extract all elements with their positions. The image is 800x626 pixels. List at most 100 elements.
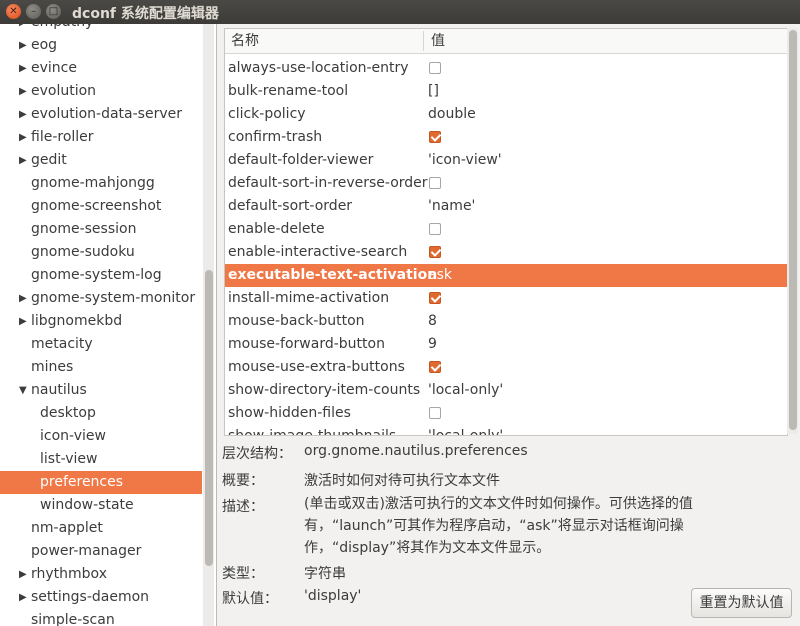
tree-item-label: desktop: [40, 405, 96, 421]
table-row[interactable]: click-policy double: [225, 103, 787, 126]
table-row[interactable]: show-hidden-files: [225, 402, 787, 425]
unchecked-checkbox[interactable]: [429, 62, 441, 74]
tree-item-eog[interactable]: ▶ eog: [0, 34, 202, 57]
key-value[interactable]: []: [428, 80, 439, 103]
tree-item-metacity[interactable]: metacity: [0, 333, 202, 356]
tree-item-gnome-screenshot[interactable]: gnome-screenshot: [0, 195, 202, 218]
description-label: 描述：: [222, 499, 264, 515]
tree-item-evolution[interactable]: ▶ evolution: [0, 80, 202, 103]
tree-item-label: simple-scan: [31, 612, 115, 626]
key-value[interactable]: 'icon-view': [428, 149, 502, 172]
checked-checkbox[interactable]: [429, 131, 441, 143]
table-row[interactable]: default-sort-order 'name': [225, 195, 787, 218]
minimize-window-button[interactable]: –: [26, 4, 41, 19]
table-row[interactable]: mouse-forward-button 9: [225, 333, 787, 356]
expand-arrow-icon[interactable]: ▶: [19, 57, 31, 80]
tree-item-rhythmbox[interactable]: ▶ rhythmbox: [0, 563, 202, 586]
expand-arrow-icon[interactable]: ▶: [19, 310, 31, 333]
key-value[interactable]: ask: [428, 264, 452, 287]
key-value[interactable]: 9: [428, 333, 437, 356]
tree-item-nautilus[interactable]: ▼ nautilus: [0, 379, 202, 402]
tree-item-label: libgnomekbd: [31, 313, 123, 329]
summary-value: 激活时如何对待可执行文本文件: [304, 473, 500, 489]
key-value[interactable]: 'local-only': [428, 379, 503, 402]
tree-item-label: rhythmbox: [31, 566, 107, 582]
table-row[interactable]: default-folder-viewer 'icon-view': [225, 149, 787, 172]
table-row[interactable]: enable-interactive-search: [225, 241, 787, 264]
checked-checkbox[interactable]: [429, 246, 441, 258]
expand-arrow-icon[interactable]: ▶: [19, 24, 31, 34]
tree-item-gnome-system-monitor[interactable]: ▶ gnome-system-monitor: [0, 287, 202, 310]
tree-item-list-view[interactable]: list-view: [0, 448, 202, 471]
tree-item-gnome-mahjongg[interactable]: gnome-mahjongg: [0, 172, 202, 195]
tree-item-label: gnome-screenshot: [31, 198, 162, 214]
column-header-value[interactable]: 值: [431, 29, 445, 53]
tree-item-simple-scan[interactable]: simple-scan: [0, 609, 202, 626]
tree-item-libgnomekbd[interactable]: ▶ libgnomekbd: [0, 310, 202, 333]
tree-item-empathy[interactable]: ▶empathy: [0, 24, 202, 34]
table-row[interactable]: always-use-location-entry: [225, 57, 787, 80]
key-name: enable-interactive-search: [228, 244, 408, 260]
table-row[interactable]: enable-delete: [225, 218, 787, 241]
maximize-window-button[interactable]: □: [46, 4, 61, 19]
key-value[interactable]: 8: [428, 310, 437, 333]
tree-item-mines[interactable]: mines: [0, 356, 202, 379]
schema-tree[interactable]: ▶empathy▶eog▶evince▶evolution▶evolution-…: [0, 24, 217, 626]
expand-arrow-icon[interactable]: ▶: [19, 149, 31, 172]
table-row[interactable]: mouse-use-extra-buttons: [225, 356, 787, 379]
table-row[interactable]: confirm-trash: [225, 126, 787, 149]
tree-item-label: icon-view: [40, 428, 106, 444]
expand-arrow-icon[interactable]: ▶: [19, 103, 31, 126]
reset-to-default-button[interactable]: 重置为默认值: [691, 588, 792, 618]
expand-arrow-icon[interactable]: ▶: [19, 34, 31, 57]
expand-arrow-icon[interactable]: ▶: [19, 563, 31, 586]
unchecked-checkbox[interactable]: [429, 223, 441, 235]
column-header-name[interactable]: 名称: [231, 29, 259, 53]
tree-item-preferences[interactable]: preferences: [0, 471, 202, 494]
tree-item-gnome-system-log[interactable]: gnome-system-log: [0, 264, 202, 287]
tree-item-gedit[interactable]: ▶ gedit: [0, 149, 202, 172]
key-name: show-directory-item-counts: [228, 382, 421, 398]
close-window-button[interactable]: ✕: [6, 4, 21, 19]
tree-item-power-manager[interactable]: power-manager: [0, 540, 202, 563]
tree-item-settings-daemon[interactable]: ▶ settings-daemon: [0, 586, 202, 609]
tree-item-gnome-sudoku[interactable]: gnome-sudoku: [0, 241, 202, 264]
table-row[interactable]: executable-text-activation ask: [225, 264, 787, 287]
unchecked-checkbox[interactable]: [429, 177, 441, 189]
collapse-arrow-icon[interactable]: ▼: [19, 379, 31, 402]
tree-item-gnome-session[interactable]: gnome-session: [0, 218, 202, 241]
table-row[interactable]: mouse-back-button 8: [225, 310, 787, 333]
table-scrollbar-thumb[interactable]: [789, 30, 797, 430]
tree-item-label: preferences: [40, 474, 124, 490]
table-row[interactable]: install-mime-activation: [225, 287, 787, 310]
table-row[interactable]: show-directory-item-counts 'local-only': [225, 379, 787, 402]
tree-item-label: list-view: [40, 451, 98, 467]
table-row[interactable]: default-sort-in-reverse-order: [225, 172, 787, 195]
tree-item-window-state[interactable]: window-state: [0, 494, 202, 517]
tree-item-desktop[interactable]: desktop: [0, 402, 202, 425]
keys-table[interactable]: 名称 值 always-use-location-entry bulk-renam…: [224, 28, 788, 436]
table-row[interactable]: show-image-thumbnails 'local-only': [225, 425, 787, 435]
key-name: click-policy: [228, 106, 306, 122]
expand-arrow-icon[interactable]: ▶: [19, 287, 31, 310]
key-value[interactable]: 'local-only': [428, 425, 503, 435]
expand-arrow-icon[interactable]: ▶: [19, 586, 31, 609]
table-row[interactable]: bulk-rename-tool []: [225, 80, 787, 103]
tree-item-file-roller[interactable]: ▶ file-roller: [0, 126, 202, 149]
checked-checkbox[interactable]: [429, 361, 441, 373]
tree-item-evolution-data-server[interactable]: ▶ evolution-data-server: [0, 103, 202, 126]
tree-item-label: empathy: [31, 24, 93, 34]
key-value[interactable]: double: [428, 103, 476, 126]
tree-item-label: settings-daemon: [31, 589, 150, 605]
unchecked-checkbox[interactable]: [429, 407, 441, 419]
tree-scrollbar-thumb[interactable]: [205, 270, 213, 566]
expand-arrow-icon[interactable]: ▶: [19, 126, 31, 149]
expand-arrow-icon[interactable]: ▶: [19, 80, 31, 103]
key-value[interactable]: 'name': [428, 195, 475, 218]
checked-checkbox[interactable]: [429, 292, 441, 304]
tree-item-label: file-roller: [31, 129, 94, 145]
tree-item-icon-view[interactable]: icon-view: [0, 425, 202, 448]
tree-item-nm-applet[interactable]: nm-applet: [0, 517, 202, 540]
tree-item-evince[interactable]: ▶ evince: [0, 57, 202, 80]
title-bar: ✕ – □ dconf 系统配置编辑器: [0, 0, 800, 24]
